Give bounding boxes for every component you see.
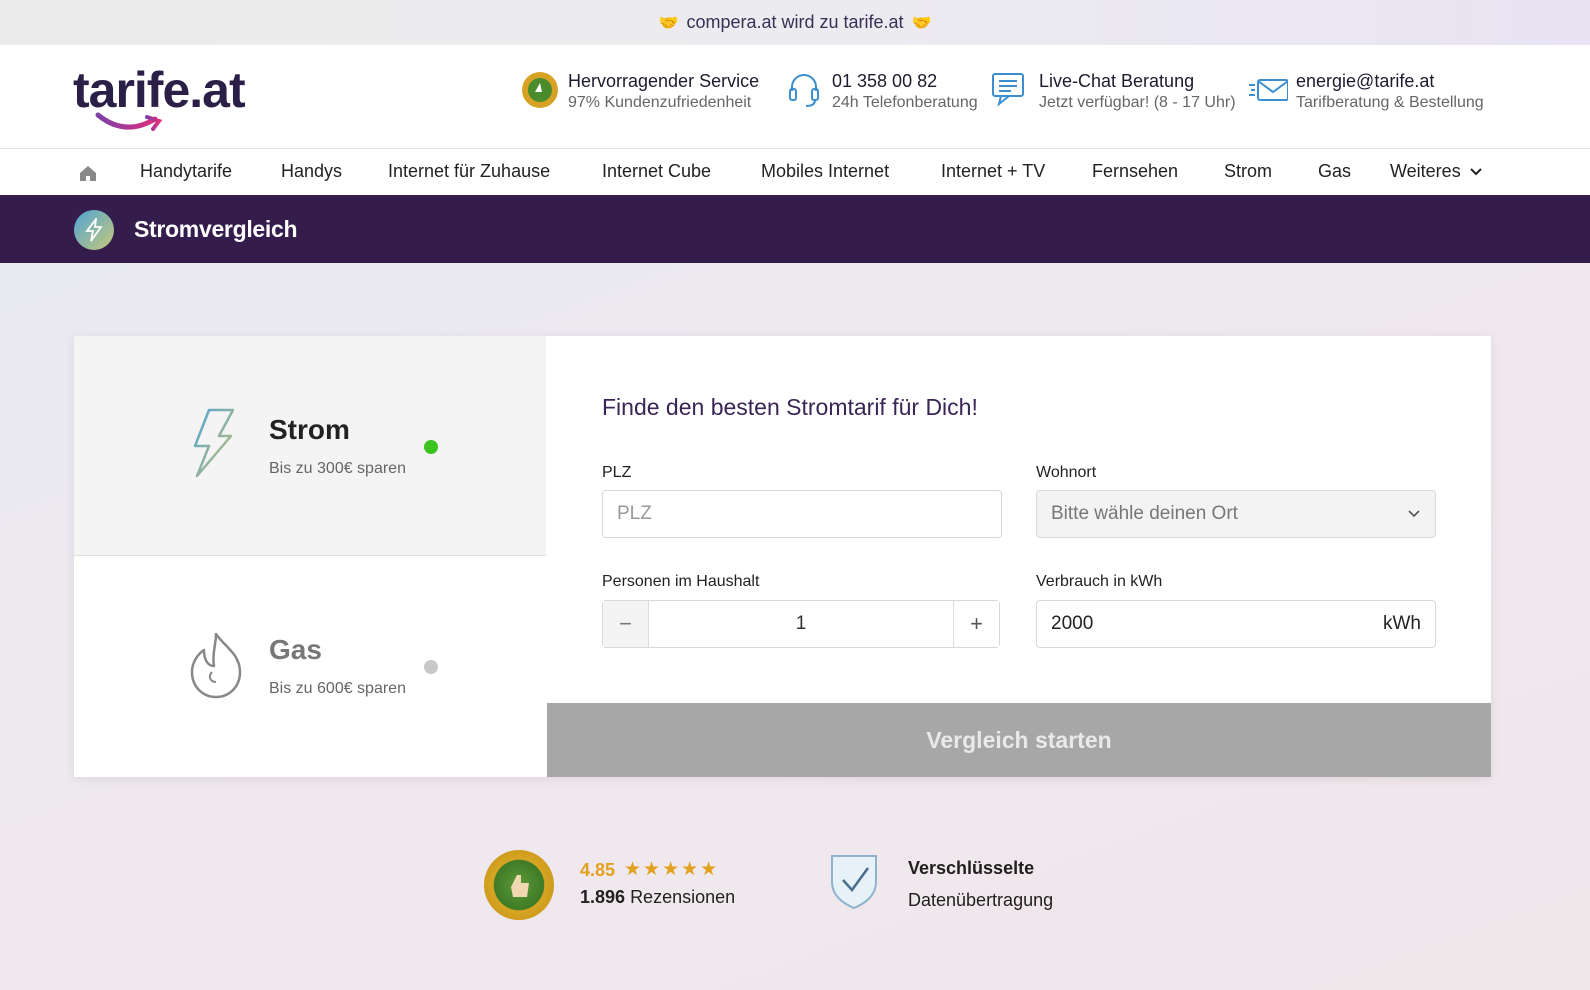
nav-item-weiteres[interactable]: Weiteres [1390, 161, 1483, 182]
mail-subtitle: Tarifberatung & Bestellung [1296, 94, 1484, 111]
nav-item-internet-tv[interactable]: Internet + TV [941, 161, 1045, 182]
chat-icon [991, 70, 1031, 110]
verbrauch-field[interactable]: 2000 kWh [1036, 600, 1436, 648]
wohnort-label: Wohnort [1036, 464, 1097, 481]
tab-strom[interactable]: Strom Bis zu 300€ sparen [74, 336, 546, 556]
logo[interactable]: tarife.at [73, 61, 263, 136]
personen-value[interactable]: 1 [649, 613, 953, 635]
reviews-count: 1.896 Rezensionen [580, 887, 735, 908]
comparison-card: Strom Bis zu 300€ sparen Gas Bis zu 600€… [74, 336, 1491, 777]
tab-gas[interactable]: Gas Bis zu 600€ sparen [74, 556, 546, 777]
mail-info[interactable]: energie@tarife.at Tarifberatung & Bestel… [1248, 70, 1484, 114]
lightning-icon [74, 210, 114, 250]
service-subtitle: 97% Kundenzufriedenheit [568, 94, 752, 111]
headset-icon [784, 70, 824, 110]
tab-gas-subtitle: Bis zu 600€ sparen [269, 680, 406, 697]
status-dot-active [424, 440, 438, 454]
top-banner: 🤝 compera.at wird zu tarife.at 🤝 [0, 0, 1590, 45]
shield-check-icon [831, 855, 877, 910]
tab-strom-subtitle: Bis zu 300€ sparen [269, 460, 406, 477]
chat-info[interactable]: Live-Chat Beratung Jetzt verfügbar! (8 -… [991, 70, 1236, 114]
award-seal-icon [520, 70, 560, 110]
personen-label: Personen im Haushalt [602, 573, 760, 590]
wohnort-select[interactable]: Bitte wähle deinen Ort [1036, 490, 1436, 538]
security-title: Verschlüsselte [908, 858, 1035, 878]
chat-title: Live-Chat Beratung [1039, 71, 1195, 91]
plz-label: PLZ [602, 464, 632, 481]
nav-item-weiteres-label: Weiteres [1390, 161, 1461, 181]
nav-item-mobiles-internet[interactable]: Mobiles Internet [761, 161, 889, 182]
nav-item-gas[interactable]: Gas [1318, 161, 1351, 182]
page-title: Stromvergleich [134, 216, 298, 242]
chat-subtitle: Jetzt verfügbar! (8 - 17 Uhr) [1039, 94, 1236, 111]
service-title: Hervorragender Service [568, 71, 760, 91]
home-icon[interactable] [78, 163, 98, 188]
ekomi-seal-icon [484, 850, 554, 920]
tariff-form: Finde den besten Stromtarif für Dich! PL… [547, 336, 1491, 777]
reviews-number: 1.896 [580, 887, 626, 907]
increment-button[interactable]: + [953, 601, 999, 647]
personen-stepper: − 1 + [602, 600, 1000, 648]
service-info: Hervorragender Service 97% Kundenzufried… [520, 70, 759, 114]
phone-number: 01 358 00 82 [832, 71, 938, 91]
nav-item-strom[interactable]: Strom [1224, 161, 1272, 182]
nav-item-fernsehen[interactable]: Fernsehen [1092, 161, 1178, 182]
chevron-down-icon [1408, 510, 1420, 518]
nav-item-internet-cube[interactable]: Internet Cube [602, 161, 711, 182]
nav-item-handys[interactable]: Handys [281, 161, 342, 182]
handshake-icon: 🤝 [911, 14, 932, 32]
decrement-button[interactable]: − [603, 601, 649, 647]
logo-smile-icon [95, 112, 163, 131]
chevron-down-icon [1469, 167, 1482, 175]
verbrauch-unit: kWh [1383, 613, 1421, 634]
tab-strom-name: Strom [269, 414, 350, 445]
nav-item-internet-zuhause[interactable]: Internet für Zuhause [388, 161, 550, 182]
verbrauch-label: Verbrauch in kWh [1036, 573, 1163, 590]
main-nav: Handytarife Handys Internet für Zuhause … [0, 148, 1590, 195]
form-heading: Finde den besten Stromtarif für Dich! [602, 394, 978, 420]
rating-stars: ★★★★★ [624, 859, 720, 880]
mail-address: energie@tarife.at [1296, 71, 1435, 91]
site-header: tarife.at Hervorragender Service 97% Kun… [0, 45, 1590, 148]
rating-value: 4.85 [580, 860, 616, 880]
section-header: Stromvergleich [0, 195, 1590, 263]
compare-button[interactable]: Vergleich starten [547, 703, 1491, 777]
banner-text: compera.at wird zu tarife.at [686, 12, 904, 32]
tab-gas-name: Gas [269, 634, 322, 665]
verbrauch-value: 2000 [1051, 613, 1094, 634]
reviews-label: Rezensionen [630, 887, 736, 907]
nav-item-handytarife[interactable]: Handytarife [140, 161, 232, 182]
flame-icon [190, 632, 242, 699]
security-subtitle: Datenübertragung [908, 890, 1054, 910]
status-dot-inactive [424, 660, 438, 674]
energy-tabs: Strom Bis zu 300€ sparen Gas Bis zu 600€… [74, 336, 546, 777]
plz-input[interactable] [603, 503, 1001, 525]
phone-info[interactable]: 01 358 00 82 24h Telefonberatung [784, 70, 978, 114]
lightning-icon [193, 408, 235, 478]
wohnort-select-value: Bitte wähle deinen Ort [1051, 503, 1238, 524]
handshake-icon: 🤝 [658, 14, 679, 32]
plz-field-wrapper [602, 490, 1002, 538]
phone-subtitle: 24h Telefonberatung [832, 94, 978, 111]
mail-icon [1248, 70, 1288, 110]
